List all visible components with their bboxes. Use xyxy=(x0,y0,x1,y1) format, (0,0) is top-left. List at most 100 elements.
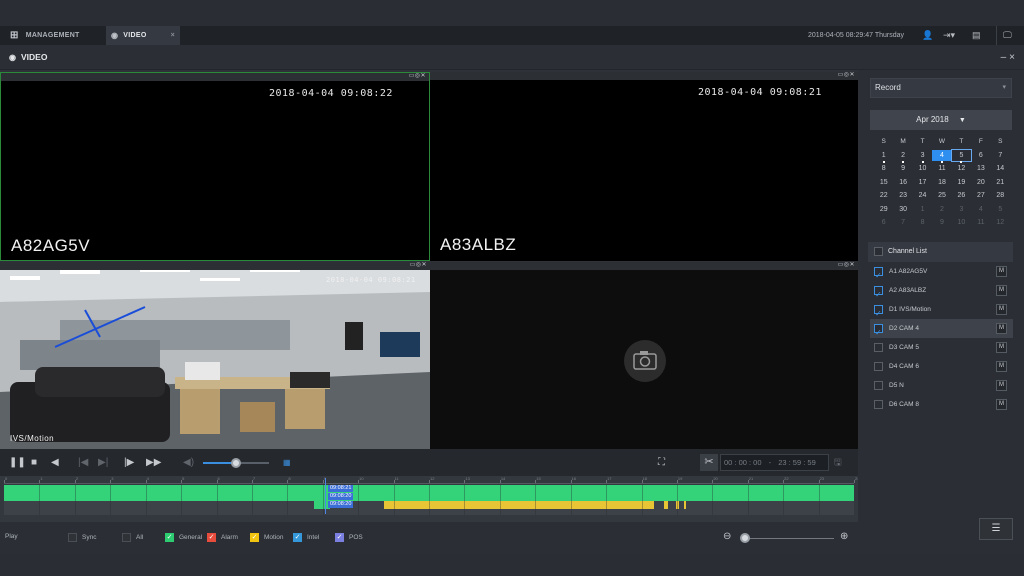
video-pane-3[interactable]: ▭◎✕ 2018-04-04 09:08:21 IVS/Motion xyxy=(0,262,430,449)
calendar-day[interactable]: 7 xyxy=(991,150,1010,161)
legend-checkbox[interactable] xyxy=(68,533,77,542)
video-pane-2[interactable]: ▭◎✕ 2018-04-04 09:08:21 A83ALBZ xyxy=(430,72,858,261)
calendar-day[interactable]: 27 xyxy=(971,190,990,201)
calendar-day[interactable]: 3 xyxy=(952,204,971,215)
fast-forward-button[interactable]: ▶▶ xyxy=(146,449,161,476)
channel-stream-button[interactable]: M xyxy=(996,323,1007,334)
video-pane-1[interactable]: ▭◎✕ 2018-04-04 09:08:22 A82AG5V xyxy=(0,72,430,261)
legend-checkbox[interactable]: ✓ xyxy=(250,533,259,542)
stop-button[interactable]: ■ xyxy=(31,449,37,476)
calendar-day[interactable]: 30 xyxy=(893,204,912,215)
calendar-day[interactable]: 26 xyxy=(952,190,971,201)
calendar-day[interactable]: 23 xyxy=(893,190,912,201)
channel-row[interactable]: A1 A82AG5V M xyxy=(870,262,1013,285)
calendar-day[interactable]: 9 xyxy=(893,163,912,174)
timeline-track-1[interactable] xyxy=(4,485,854,493)
monitor-icon[interactable]: 🖵 xyxy=(996,26,1012,45)
calendar-day[interactable]: 13 xyxy=(971,163,990,174)
legend-checkbox[interactable]: ✓ xyxy=(293,533,302,542)
legend-item-general[interactable]: ✓ General xyxy=(165,533,202,542)
slow-play-button[interactable]: |▶ xyxy=(124,449,134,476)
calendar-day[interactable]: 22 xyxy=(874,190,893,201)
minimize-button[interactable]: – xyxy=(1001,52,1010,63)
logout-icon[interactable]: ⇥▾ xyxy=(943,26,955,45)
channel-row[interactable]: D3 CAM 5 M xyxy=(870,338,1013,357)
pane-tool-icons[interactable]: ▭◎✕ xyxy=(838,72,855,78)
timeline-track-4[interactable] xyxy=(4,509,854,515)
channel-stream-button[interactable]: M xyxy=(996,380,1007,391)
document-icon[interactable]: ▤ xyxy=(972,26,981,45)
legend-item-alarm[interactable]: ✓ Alarm xyxy=(207,533,238,542)
zoom-slider-track[interactable] xyxy=(744,538,834,539)
channel-row[interactable]: D6 CAM 8 M xyxy=(870,395,1013,414)
tab-close-icon[interactable]: × xyxy=(171,32,175,39)
legend-item-intel[interactable]: ✓ Intel xyxy=(293,533,319,542)
channel-stream-button[interactable]: M xyxy=(996,399,1007,410)
tab-video[interactable]: ◉ VIDEO × xyxy=(106,26,180,45)
legend-checkbox[interactable]: ✓ xyxy=(165,533,174,542)
calendar-day[interactable]: 18 xyxy=(932,177,951,188)
channel-row[interactable]: A2 A83ALBZ M xyxy=(870,281,1013,304)
calendar-day[interactable]: 6 xyxy=(971,150,990,161)
legend-item-all[interactable]: All xyxy=(122,533,143,542)
volume-icon[interactable]: ◀) xyxy=(183,449,194,476)
reverse-play-button[interactable]: ◀ xyxy=(51,449,59,476)
camera-snapshot-icon[interactable] xyxy=(624,340,666,382)
calendar-day[interactable]: 10 xyxy=(952,217,971,228)
list-view-button[interactable]: ☰ xyxy=(979,518,1013,540)
legend-item-motion[interactable]: ✓ Motion xyxy=(250,533,284,542)
calendar-day[interactable]: 11 xyxy=(932,163,951,174)
calendar-day[interactable]: 12 xyxy=(991,217,1010,228)
channel-row[interactable]: D5 N M xyxy=(870,376,1013,395)
calendar-month-header[interactable]: Apr 2018 ▼ xyxy=(870,110,1012,130)
timeline-track-2[interactable] xyxy=(4,493,854,501)
channel-row[interactable]: D4 CAM 6 M xyxy=(870,357,1013,376)
next-frame-button[interactable]: ▶| xyxy=(98,449,108,476)
calendar-day[interactable]: 19 xyxy=(952,177,971,188)
calendar-day[interactable]: 16 xyxy=(893,177,912,188)
calendar-day[interactable]: 4 xyxy=(932,149,952,163)
channel-checkbox[interactable] xyxy=(874,400,883,409)
calendar-day[interactable]: 14 xyxy=(991,163,1010,174)
pos-icon[interactable]: ▦ xyxy=(283,449,291,476)
calendar-day[interactable]: 6 xyxy=(874,217,893,228)
channel-stream-button[interactable]: M xyxy=(996,361,1007,372)
calendar-day[interactable]: 25 xyxy=(932,190,951,201)
channel-checkbox[interactable] xyxy=(874,266,883,285)
video-pane-4[interactable]: ▭◎✕ xyxy=(430,262,858,449)
calendar-day[interactable]: 9 xyxy=(932,217,951,228)
channel-stream-button[interactable]: M xyxy=(996,304,1007,315)
calendar-day[interactable]: 10 xyxy=(913,163,932,174)
pane-tool-icons[interactable]: ▭◎✕ xyxy=(409,73,426,79)
calendar-day[interactable]: 1 xyxy=(874,150,893,163)
timeline-track-3[interactable] xyxy=(4,501,854,509)
legend-item-sync[interactable]: Sync xyxy=(68,533,96,542)
tab-management[interactable]: ⊞ MANAGEMENT xyxy=(0,26,104,45)
prev-frame-button[interactable]: |◀ xyxy=(78,449,88,476)
calendar-day[interactable]: 7 xyxy=(893,217,912,228)
calendar-day[interactable]: 15 xyxy=(874,177,893,188)
channel-checkbox[interactable] xyxy=(874,304,883,323)
calendar-day[interactable]: 4 xyxy=(971,204,990,215)
legend-checkbox[interactable] xyxy=(122,533,131,542)
channel-checkbox[interactable] xyxy=(874,381,883,390)
calendar-day[interactable]: 21 xyxy=(991,177,1010,188)
channel-checkbox[interactable] xyxy=(874,285,883,304)
zoom-out-icon[interactable]: ⊖ xyxy=(723,531,731,542)
legend-checkbox[interactable]: ✓ xyxy=(207,533,216,542)
user-icon[interactable]: 👤 xyxy=(922,26,933,45)
clip-start-time[interactable]: 00 : 00 : 00 xyxy=(724,458,762,467)
channel-row[interactable]: D2 CAM 4 M xyxy=(870,319,1013,342)
calendar-day[interactable]: 29 xyxy=(874,204,893,215)
channel-stream-button[interactable]: M xyxy=(996,342,1007,353)
close-button[interactable]: × xyxy=(1009,52,1018,63)
calendar-day[interactable]: 8 xyxy=(874,163,893,174)
zoom-in-icon[interactable]: ⊕ xyxy=(840,531,848,542)
calendar-day[interactable]: 28 xyxy=(991,190,1010,201)
legend-checkbox[interactable]: ✓ xyxy=(335,533,344,542)
clip-end-time[interactable]: 23 : 59 : 59 xyxy=(778,458,816,467)
calendar-day[interactable]: 3 xyxy=(913,150,932,163)
calendar-day[interactable]: 11 xyxy=(971,217,990,228)
volume-slider-knob[interactable] xyxy=(231,458,241,468)
calendar-day[interactable]: 2 xyxy=(893,150,912,163)
